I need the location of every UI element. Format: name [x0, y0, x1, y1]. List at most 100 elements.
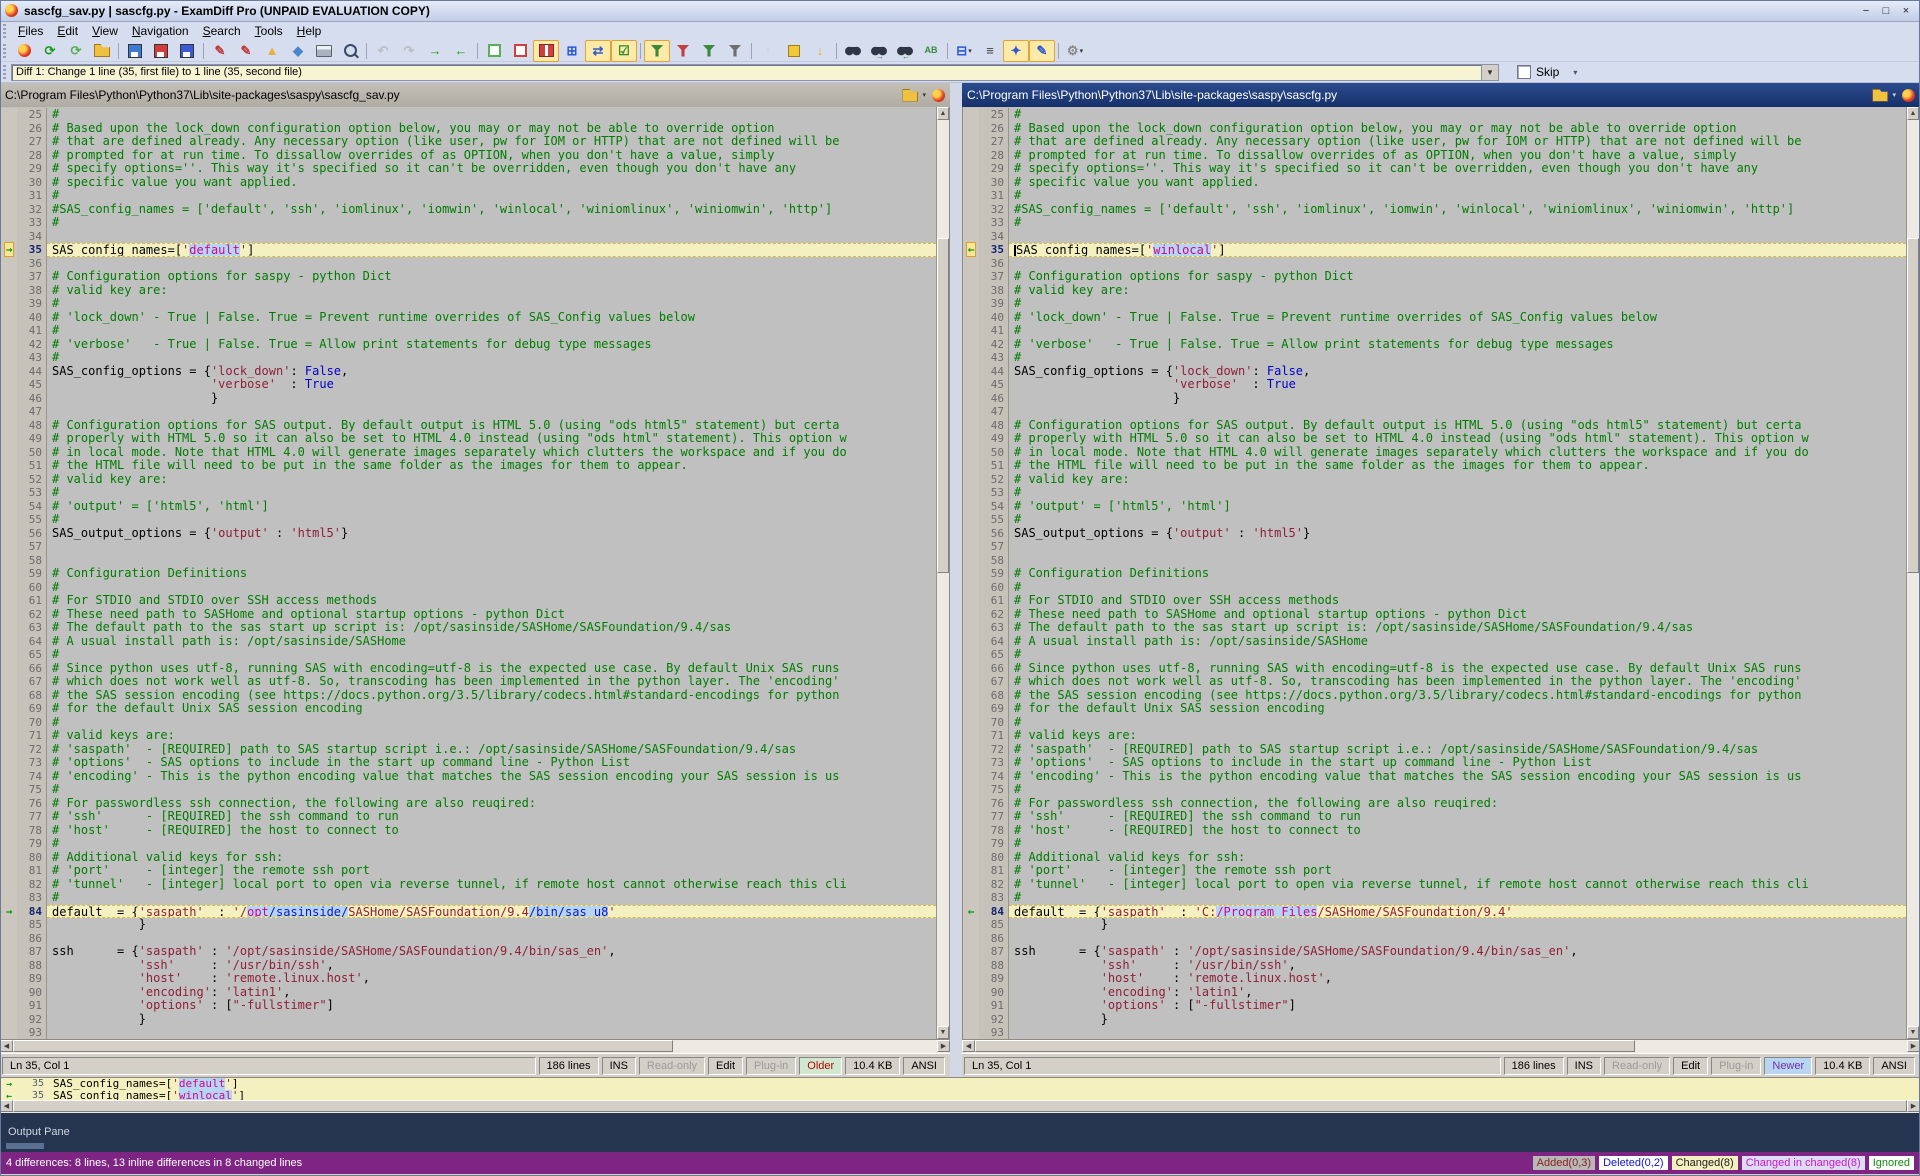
code-line[interactable]: 71# valid keys are: — [963, 729, 1906, 743]
code-line[interactable]: 65# — [1, 648, 936, 662]
code-line[interactable]: 68# the SAS session encoding (see https:… — [963, 689, 1906, 703]
code-line[interactable]: 76# For passwordless ssh connection, the… — [963, 797, 1906, 811]
file-menu-icon[interactable] — [902, 89, 918, 102]
code-line[interactable]: 77# 'ssh' - [REQUIRED] the ssh command t… — [963, 810, 1906, 824]
code-line[interactable]: 57 — [1, 540, 936, 554]
code-line[interactable]: 33# — [963, 216, 1906, 230]
scroll-right-icon[interactable]: ▶ — [937, 1040, 950, 1052]
code-line[interactable]: 61# For STDIO and STDIO over SSH access … — [963, 594, 1906, 608]
file-menu-caret-icon[interactable]: ▾ — [1892, 91, 1896, 99]
code-line[interactable]: 88 'ssh' : '/usr/bin/ssh', — [963, 959, 1906, 973]
save-second-file-button[interactable] — [148, 40, 174, 62]
code-line[interactable]: 78# 'host' - [REQUIRED] the host to conn… — [963, 824, 1906, 838]
edit-first-file-button[interactable]: ✎ — [207, 40, 233, 62]
close-button[interactable]: × — [1896, 3, 1916, 19]
show-identical-lines-button[interactable] — [481, 40, 507, 62]
code-line[interactable]: 56SAS_output_options = {'output' : 'html… — [963, 527, 1906, 541]
panes-layout-button[interactable]: ⊟▾ — [951, 40, 977, 62]
code-line[interactable]: 49# properly with HTML 5.0 so it can als… — [963, 432, 1906, 446]
code-line[interactable]: 73# 'options' - SAS options to include i… — [1, 756, 936, 770]
code-line[interactable]: 60# — [963, 581, 1906, 595]
code-line[interactable]: 57 — [963, 540, 1906, 554]
badge-ignored[interactable]: Ignored — [1869, 1156, 1914, 1170]
code-line[interactable]: →35SAS_config_names=['default'] — [1, 243, 936, 257]
diff-list-row[interactable]: →35SAS_config_names=['default'] — [0, 1078, 1920, 1090]
code-line[interactable]: 54# 'output' = ['html5', 'html'] — [1, 500, 936, 514]
scroll-left-icon[interactable]: ◀ — [0, 1040, 13, 1052]
diff-pane-scrollbar[interactable]: ◀ ▶ — [0, 1100, 1920, 1113]
code-line[interactable]: 67# which does not work well as utf-8. S… — [963, 675, 1906, 689]
code-line[interactable]: 74# 'encoding' - This is the python enco… — [1, 770, 936, 784]
code-line[interactable]: 44SAS_config_options = {'lock_down': Fal… — [963, 365, 1906, 379]
menu-files[interactable]: Files — [11, 23, 50, 39]
scroll-right-icon[interactable]: ▶ — [1907, 1040, 1920, 1052]
menu-edit[interactable]: Edit — [50, 23, 85, 39]
file-menu-caret-icon[interactable]: ▾ — [922, 91, 926, 99]
scroll-down-icon[interactable]: ▼ — [937, 1026, 949, 1039]
output-pane-tab[interactable]: Output Pane — [8, 1126, 70, 1138]
code-line[interactable]: 44SAS_config_options = {'lock_down': Fal… — [1, 365, 936, 379]
code-line[interactable]: 77# 'ssh' - [REQUIRED] the ssh command t… — [1, 810, 936, 824]
code-line[interactable]: 82# 'tunnel' - [integer] local port to o… — [963, 878, 1906, 892]
code-line[interactable]: 32#SAS_config_names = ['default', 'ssh',… — [1, 203, 936, 217]
code-line[interactable]: 92 } — [963, 1013, 1906, 1027]
code-line[interactable]: 50# in local mode. Note that HTML 4.0 wi… — [1, 446, 936, 460]
menu-tools[interactable]: Tools — [248, 23, 290, 39]
scroll-thumb[interactable] — [937, 238, 949, 573]
menu-grip[interactable] — [3, 24, 6, 38]
filter-deleted-button[interactable] — [670, 40, 696, 62]
code-line[interactable]: 67# which does not work well as utf-8. S… — [1, 675, 936, 689]
scroll-right-icon[interactable]: ▶ — [1907, 1100, 1920, 1112]
code-line[interactable]: 65# — [963, 648, 1906, 662]
scroll-up-icon[interactable]: ▲ — [937, 107, 949, 120]
pane-splitter[interactable] — [950, 83, 962, 1077]
scroll-thumb[interactable] — [975, 1040, 1635, 1052]
options-button[interactable]: ⚙▾ — [1062, 40, 1088, 62]
print-button[interactable] — [311, 40, 337, 62]
code-line[interactable]: 39# — [1, 297, 936, 311]
code-line[interactable]: 90 'encoding': 'latin1', — [1, 986, 936, 1000]
scroll-thumb[interactable] — [13, 1100, 1907, 1112]
code-line[interactable]: 58 — [963, 554, 1906, 568]
code-line[interactable]: 32#SAS_config_names = ['default', 'ssh',… — [963, 203, 1906, 217]
code-line[interactable]: 81# 'port' - [integer] the remote ssh po… — [963, 864, 1906, 878]
code-line[interactable]: 63# The default path to the sas start up… — [1, 621, 936, 635]
code-line[interactable]: 26# Based upon the lock_down configurati… — [1, 122, 936, 136]
badge-changed[interactable]: Changed(8) — [1672, 1156, 1738, 1170]
code-line[interactable]: 30# specific value you want applied. — [963, 176, 1906, 190]
code-line[interactable]: 43# — [1, 351, 936, 365]
code-line[interactable]: 86 — [1, 932, 936, 946]
code-line[interactable]: 59# Configuration Definitions — [1, 567, 936, 581]
code-line[interactable]: 40# 'lock_down' - True | False. True = P… — [1, 311, 936, 325]
show-checkboxes-button[interactable]: ☑ — [611, 40, 637, 62]
show-changed-lines-button[interactable] — [533, 40, 559, 62]
show-all-lines-button[interactable]: ⊞ — [559, 40, 585, 62]
code-line[interactable]: 80# Additional valid keys for ssh: — [1, 851, 936, 865]
code-line[interactable]: 46 } — [1, 392, 936, 406]
code-line[interactable]: 75# — [963, 783, 1906, 797]
vertical-scrollbar[interactable]: ▲ ▼ — [1906, 107, 1919, 1039]
code-line[interactable]: 76# For passwordless ssh connection, the… — [1, 797, 936, 811]
code-line[interactable]: 89 'host' : 'remote.linux.host', — [963, 972, 1906, 986]
code-line[interactable]: 49# properly with HTML 5.0 so it can als… — [1, 432, 936, 446]
recompare-button[interactable]: ⟳ — [37, 40, 63, 62]
replace-button[interactable]: AB — [918, 40, 944, 62]
file-menu-icon[interactable] — [1872, 89, 1888, 102]
code-line[interactable]: 88 'ssh' : '/usr/bin/ssh', — [1, 959, 936, 973]
next-block-button[interactable]: ↓ — [807, 40, 833, 62]
find-previous-button[interactable] — [892, 40, 918, 62]
code-line[interactable]: 40# 'lock_down' - True | False. True = P… — [963, 311, 1906, 325]
code-line[interactable]: 55# — [963, 513, 1906, 527]
recompare-options-button[interactable]: ⟳ — [63, 40, 89, 62]
code-line[interactable]: 87ssh = {'saspath' : '/opt/sasinside/SAS… — [1, 945, 936, 959]
save-first-file-button[interactable] — [122, 40, 148, 62]
filter-all-differences-button[interactable] — [644, 40, 670, 62]
previous-difference-button[interactable]: ← — [448, 40, 474, 62]
code-line[interactable]: 73# 'options' - SAS options to include i… — [963, 756, 1906, 770]
code-line[interactable]: ←84default = {'saspath' : 'C:/Program Fi… — [963, 905, 1906, 919]
code-line[interactable]: 41# — [1, 324, 936, 338]
toolbar-overflow-icon[interactable]: ▾ — [1573, 68, 1577, 77]
code-line[interactable]: 29# specify options=''. This way it's sp… — [963, 162, 1906, 176]
code-line[interactable]: 91 'options' : ["-fullstimer"] — [963, 999, 1906, 1013]
code-line[interactable]: 45 'verbose' : True — [963, 378, 1906, 392]
